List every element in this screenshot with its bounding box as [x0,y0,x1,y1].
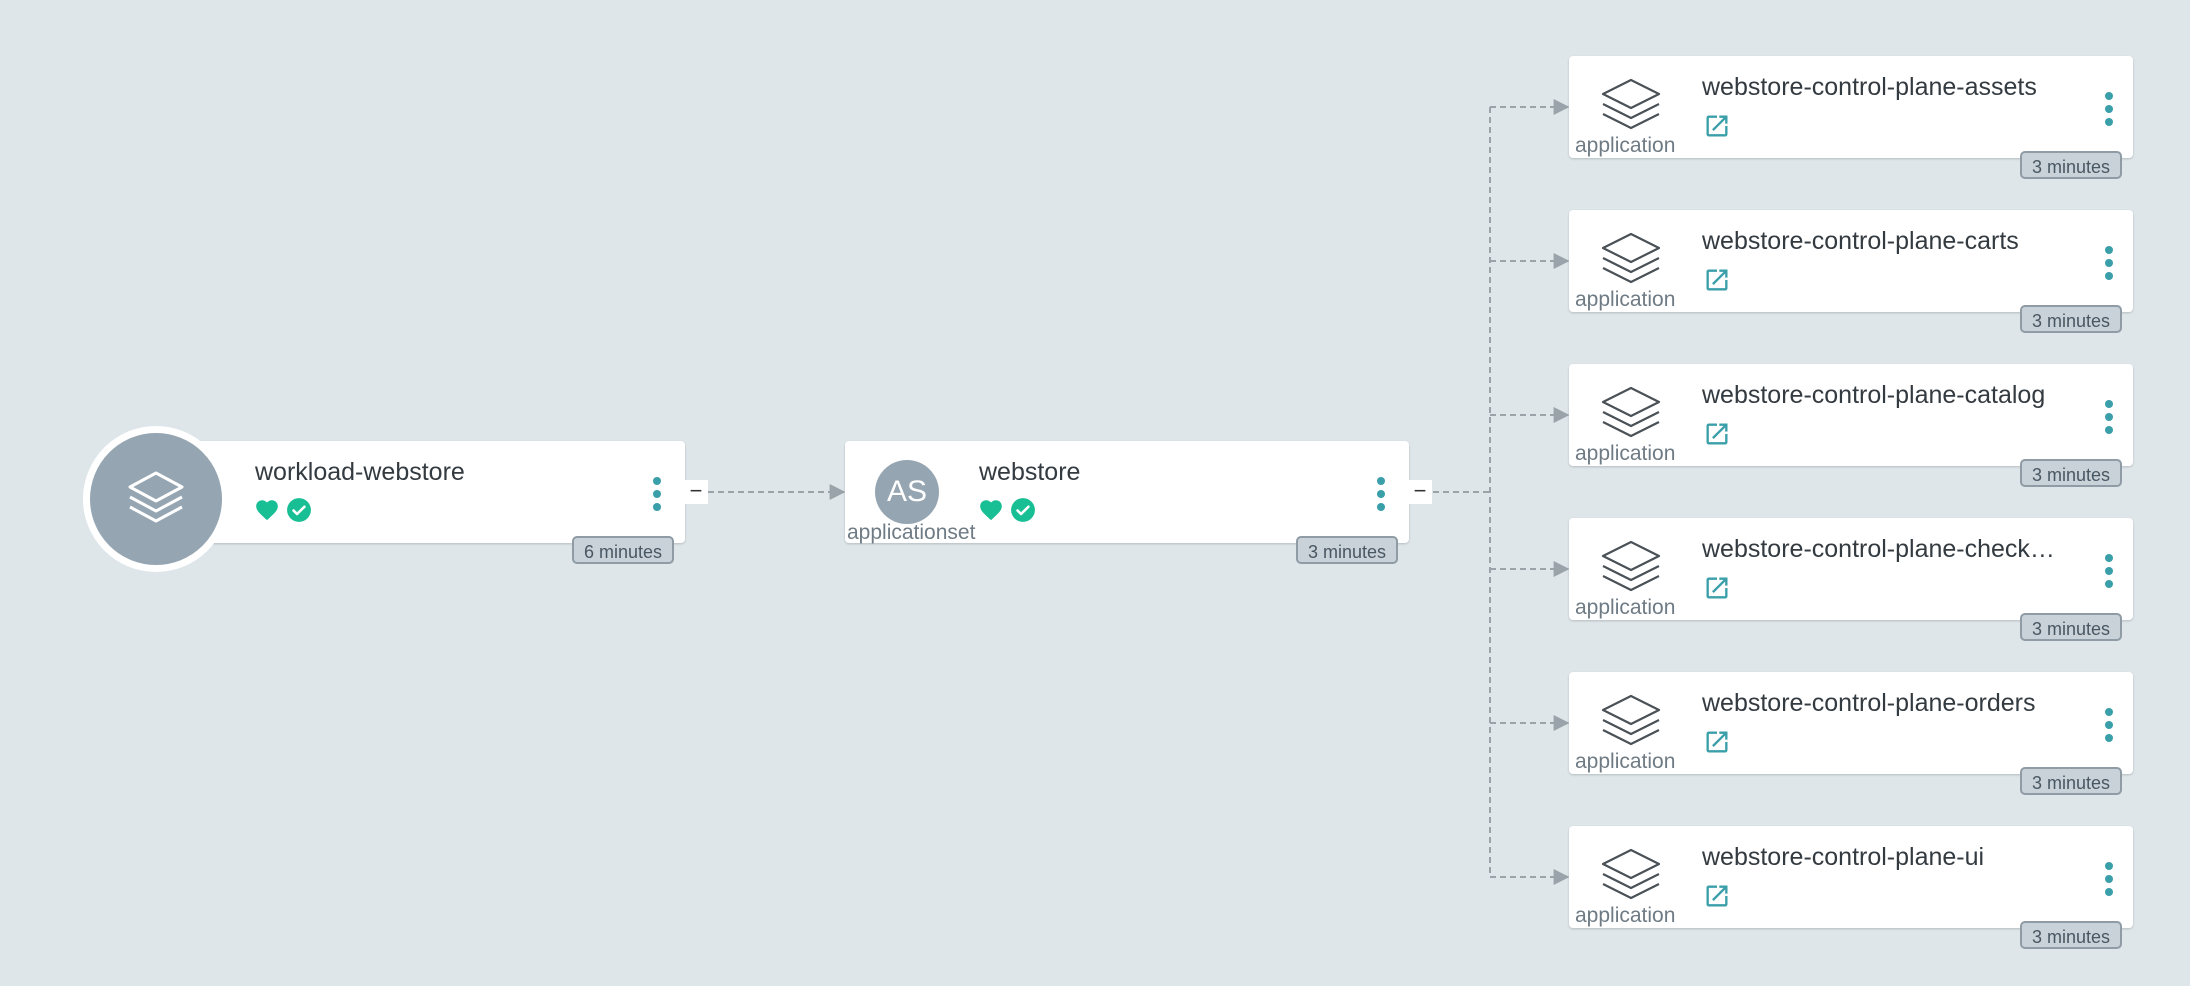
appset-status [978,497,1038,525]
application-age-badge: 3 minutes [2020,767,2123,795]
application-name[interactable]: webstore-control-plane-assets [1702,73,2072,102]
external-link-icon[interactable] [1703,882,1731,910]
application-name[interactable]: webstore-control-plane-orders [1702,689,2072,718]
appset-collapse-button[interactable]: − [1408,480,1432,504]
layers-icon [1601,232,1661,284]
root-app-age-badge: 6 minutes [572,536,675,564]
application-kind-label: application [1575,596,1676,619]
application-name[interactable]: webstore-control-plane-carts [1702,227,2072,256]
application-kind-label: application [1575,134,1676,157]
application-name[interactable]: webstore-control-plane-catalog [1702,381,2072,410]
application-age-badge: 3 minutes [2020,613,2123,641]
application-kind-label: application [1575,750,1676,773]
application-kind-label: application [1575,904,1676,927]
sync-check-icon [287,498,312,522]
appset-node[interactable]: AS webstore applicationset [845,441,1409,544]
application-name[interactable]: webstore-control-plane-ui [1702,843,2072,872]
health-heart-icon [256,500,278,521]
layers-icon [1601,848,1661,900]
root-collapse-button[interactable]: − [684,480,708,504]
application-name[interactable]: webstore-control-plane-check… [1702,535,2072,564]
external-link-icon[interactable] [1703,728,1731,756]
root-app-menu-button[interactable] [649,474,665,514]
application-age-badge: 3 minutes [2020,151,2123,179]
external-link-icon[interactable] [1703,574,1731,602]
application-age-badge: 3 minutes [2020,921,2123,949]
layers-icon [1601,78,1661,130]
application-menu-button[interactable] [2101,551,2117,591]
external-link-icon[interactable] [1703,112,1731,140]
resource-tree-canvas: workload-webstore 6 minutes − AS webstor… [0,0,2190,986]
root-app-node[interactable]: workload-webstore [150,441,685,543]
application-menu-button[interactable] [2101,859,2117,899]
health-heart-icon [980,500,1002,521]
appset-kind-label: applicationset [847,521,976,544]
root-app-circle[interactable] [83,426,229,572]
application-node-2[interactable]: application webstore-control-plane-catal… [1569,364,2133,466]
application-node-4[interactable]: application webstore-control-plane-order… [1569,672,2133,774]
layers-icon [1601,386,1661,438]
appset-menu-button[interactable] [1373,474,1389,514]
layers-icon [128,471,184,523]
application-node-1[interactable]: application webstore-control-plane-carts [1569,210,2133,312]
external-link-icon[interactable] [1703,266,1731,294]
application-menu-button[interactable] [2101,705,2117,745]
sync-check-icon [1011,498,1036,522]
root-app-status [254,497,314,525]
layers-icon [1601,694,1661,746]
application-node-0[interactable]: application webstore-control-plane-asset… [1569,56,2133,158]
application-menu-button[interactable] [2101,397,2117,437]
appset-avatar: AS [875,460,939,524]
application-age-badge: 3 minutes [2020,459,2123,487]
application-node-3[interactable]: application webstore-control-plane-check… [1569,518,2133,620]
application-kind-label: application [1575,288,1676,311]
root-app-name[interactable]: workload-webstore [255,458,635,487]
application-kind-label: application [1575,442,1676,465]
external-link-icon[interactable] [1703,420,1731,448]
layers-icon [1601,540,1661,592]
application-menu-button[interactable] [2101,243,2117,283]
application-age-badge: 3 minutes [2020,305,2123,333]
application-menu-button[interactable] [2101,89,2117,129]
application-node-5[interactable]: application webstore-control-plane-ui [1569,826,2133,928]
appset-age-badge: 3 minutes [1296,536,1399,564]
appset-name[interactable]: webstore [979,458,1339,487]
